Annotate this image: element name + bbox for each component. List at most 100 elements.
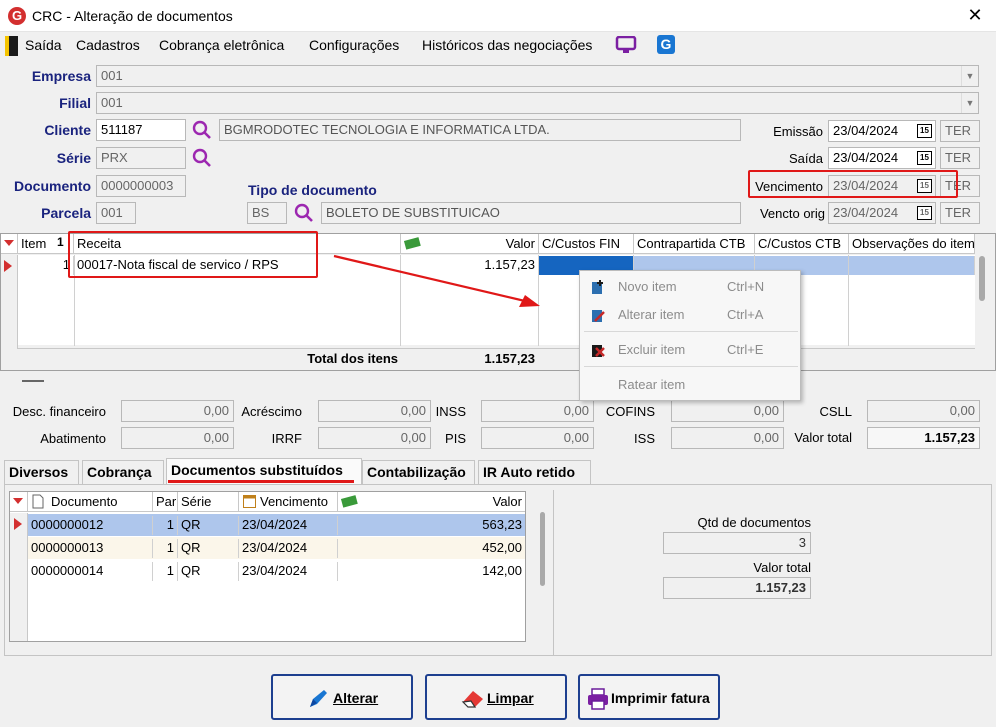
calendar-icon[interactable]: 15 <box>917 206 932 220</box>
vencimento-cell: 23/04/2024 <box>239 562 338 581</box>
parcela-label: Parcela <box>41 205 91 221</box>
documento-label: Documento <box>14 178 91 194</box>
table-row[interactable]: 0000000014 1 QR 23/04/2024 142,00 <box>28 560 525 582</box>
column-header-valor[interactable]: Valor <box>338 492 525 512</box>
context-menu-ratear-item[interactable]: Ratear item <box>580 373 800 397</box>
column-header-observacoes[interactable]: Observações do item <box>849 234 975 254</box>
documents-grid[interactable]: Documento Par Série Vencimento Valor 000… <box>9 491 526 642</box>
calendar-icon[interactable]: 15 <box>917 124 932 138</box>
document-icon <box>32 494 44 511</box>
column-header-contrapartida[interactable]: Contrapartida CTB <box>634 234 755 254</box>
parcela-field[interactable]: 001 <box>96 202 136 224</box>
money-icon <box>403 236 422 253</box>
emissao-date-field[interactable]: 23/04/2024 15 <box>828 120 936 142</box>
vencto-orig-date-field[interactable]: 23/04/2024 15 <box>828 202 936 224</box>
menu-historicos[interactable]: Históricos das negociações <box>422 37 592 53</box>
serie-field[interactable]: PRX <box>96 147 186 169</box>
eraser-icon <box>461 689 485 712</box>
tab-contabilizacao[interactable]: Contabilização <box>362 460 475 484</box>
calendar-icon[interactable]: 15 <box>917 151 932 165</box>
context-menu-excluir-item[interactable]: Excluir item Ctrl+E <box>580 338 800 362</box>
menu-saida[interactable]: Saída <box>25 37 62 53</box>
column-header-par[interactable]: Par <box>153 492 178 512</box>
menu-configuracoes[interactable]: Configurações <box>309 37 399 53</box>
column-header-documento[interactable]: Documento <box>28 492 153 512</box>
imprimir-fatura-button[interactable]: Imprimir fatura <box>578 674 720 720</box>
column-header-ccustos-ctb[interactable]: C/Custos CTB <box>755 234 849 254</box>
close-icon[interactable]: ✕ <box>962 4 988 28</box>
sort-ascending-icon[interactable]: 1 <box>57 235 64 249</box>
tab-cobranca[interactable]: Cobrança <box>82 460 164 484</box>
column-header-vencimento[interactable]: Vencimento <box>239 492 338 512</box>
serie-cell: QR <box>178 562 239 581</box>
cofins-label: COFINS <box>605 404 655 419</box>
valor-total-field: 1.157,23 <box>867 427 980 449</box>
serie-cell: QR <box>178 516 239 535</box>
limpar-button[interactable]: Limpar <box>425 674 567 720</box>
menu-bar: Saída Cadastros Cobrança eletrônica Conf… <box>0 33 996 59</box>
empresa-select[interactable]: 001 ▼ <box>96 65 979 87</box>
search-icon[interactable] <box>191 147 213 169</box>
abatimento-field[interactable]: 0,00 <box>121 427 234 449</box>
grid-vertical-scrollbar[interactable] <box>979 256 985 301</box>
irrf-field[interactable]: 0,00 <box>318 427 431 449</box>
tipo-code-field[interactable]: BS <box>247 202 287 224</box>
vencto-orig-weekday: TER <box>940 202 980 224</box>
pis-field[interactable]: 0,00 <box>481 427 594 449</box>
filial-select[interactable]: 001 ▼ <box>96 92 979 114</box>
total-row: Total dos itens 1.157,23 <box>18 348 975 368</box>
menu-cobranca-eletronica[interactable]: Cobrança eletrônica <box>159 37 284 53</box>
search-icon[interactable] <box>191 119 213 141</box>
panel-divider <box>553 490 554 655</box>
column-header-serie[interactable]: Série <box>178 492 239 512</box>
vencimento-cell: 23/04/2024 <box>239 539 338 558</box>
g-logo-icon[interactable]: G <box>657 35 675 54</box>
money-icon <box>340 494 359 511</box>
cliente-name-field: BGMRODOTEC TECNOLOGIA E INFORMATICA LTDA… <box>219 119 741 141</box>
printer-icon <box>587 688 609 713</box>
valor-total-label: Valor total <box>794 430 852 445</box>
desc-financeiro-label: Desc. financeiro <box>12 404 106 419</box>
chevron-down-icon[interactable]: ▼ <box>961 93 978 113</box>
row-selector-header <box>1 234 18 254</box>
current-row-indicator-icon <box>4 260 12 275</box>
inss-field[interactable]: 0,00 <box>481 400 594 422</box>
acrescimo-field[interactable]: 0,00 <box>318 400 431 422</box>
pis-label: PIS <box>445 431 466 446</box>
documento-field[interactable]: 0000000003 <box>96 175 186 197</box>
exit-door-icon[interactable] <box>5 36 18 56</box>
search-icon[interactable] <box>293 202 315 224</box>
emissao-weekday: TER <box>940 120 980 142</box>
desc-financeiro-field[interactable]: 0,00 <box>121 400 234 422</box>
saida-date-field[interactable]: 23/04/2024 15 <box>828 147 936 169</box>
context-menu-alterar-item[interactable]: Alterar item Ctrl+A <box>580 303 800 327</box>
column-header-ccustos-fin[interactable]: C/Custos FIN <box>539 234 634 254</box>
context-menu-novo-item[interactable]: Novo item Ctrl+N <box>580 275 800 299</box>
chevron-down-icon[interactable]: ▼ <box>961 66 978 86</box>
table-row[interactable]: 0000000013 1 QR 23/04/2024 452,00 <box>28 537 525 559</box>
total-label: Total dos itens <box>307 351 398 366</box>
observacoes-cell[interactable] <box>849 256 975 275</box>
csll-field[interactable]: 0,00 <box>867 400 980 422</box>
splitter-handle[interactable] <box>22 380 44 382</box>
cliente-code-field[interactable]: 511187 <box>96 119 186 141</box>
alterar-button[interactable]: Alterar <box>271 674 413 720</box>
iss-field[interactable]: 0,00 <box>671 427 784 449</box>
calendar-icon <box>243 495 256 511</box>
column-header-item[interactable]: Item 1 <box>18 234 74 254</box>
tab-diversos[interactable]: Diversos <box>4 460 79 484</box>
monitor-icon[interactable] <box>615 35 637 54</box>
table-row[interactable]: 0000000012 1 QR 23/04/2024 563,23 <box>28 514 525 536</box>
tipo-documento-label: Tipo de documento <box>248 182 377 198</box>
cofins-field[interactable]: 0,00 <box>671 400 784 422</box>
menu-separator <box>584 331 798 332</box>
emissao-label: Emissão <box>773 124 823 139</box>
annotation-underline <box>168 480 354 483</box>
tab-ir-auto-retido[interactable]: IR Auto retido <box>478 460 591 484</box>
menu-cadastros[interactable]: Cadastros <box>76 37 140 53</box>
saida-weekday: TER <box>940 147 980 169</box>
par-cell: 1 <box>153 562 178 581</box>
docs-grid-scrollbar[interactable] <box>540 512 545 586</box>
serie-label: Série <box>56 150 91 166</box>
column-header-valor[interactable]: Valor <box>401 234 539 254</box>
